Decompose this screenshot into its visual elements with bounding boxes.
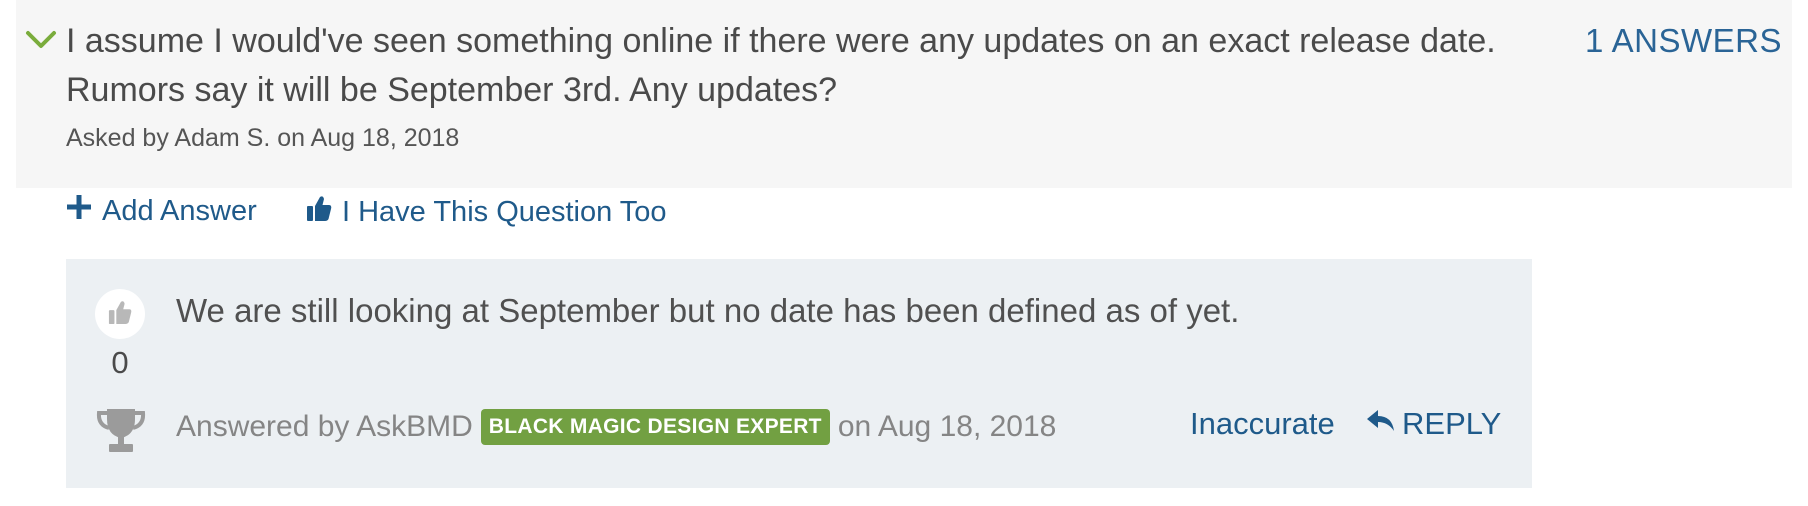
- answered-by-line: Answered by AskBMD BLACK MAGIC DESIGN EX…: [176, 409, 1056, 445]
- question-text: I assume I would've seen something onlin…: [66, 22, 1496, 109]
- question-block: I assume I would've seen something onlin…: [16, 0, 1792, 188]
- upvote-button[interactable]: [95, 289, 145, 339]
- answered-by: Answered by AskBMD: [176, 410, 473, 443]
- add-answer-label: Add Answer: [102, 194, 257, 227]
- plus-icon: [66, 194, 102, 228]
- answers-count-link[interactable]: 1 ANSWERS: [1585, 22, 1782, 60]
- answer-date: on Aug 18, 2018: [837, 410, 1057, 443]
- answer-card: 0 We are still looking at September but …: [66, 259, 1532, 488]
- reply-arrow-icon: [1366, 406, 1402, 442]
- answer-text: We are still looking at September but no…: [176, 292, 1240, 329]
- chevron-down-icon[interactable]: [24, 28, 58, 52]
- vote-count: 0: [111, 345, 129, 380]
- have-question-too-button[interactable]: I Have This Question Too: [306, 194, 667, 230]
- trophy-icon: [96, 406, 146, 459]
- expert-badge: BLACK MAGIC DESIGN EXPERT: [480, 409, 830, 445]
- question-asked-by: Asked by Adam S. on Aug 18, 2018: [66, 124, 460, 152]
- inaccurate-link[interactable]: Inaccurate: [1190, 406, 1335, 442]
- thumbs-up-icon: [108, 299, 132, 330]
- have-question-too-label: I Have This Question Too: [342, 195, 667, 228]
- reply-button[interactable]: REPLY: [1366, 406, 1501, 442]
- thumbs-up-icon: [306, 194, 342, 230]
- add-answer-button[interactable]: Add Answer: [66, 194, 257, 228]
- reply-label: REPLY: [1402, 406, 1502, 441]
